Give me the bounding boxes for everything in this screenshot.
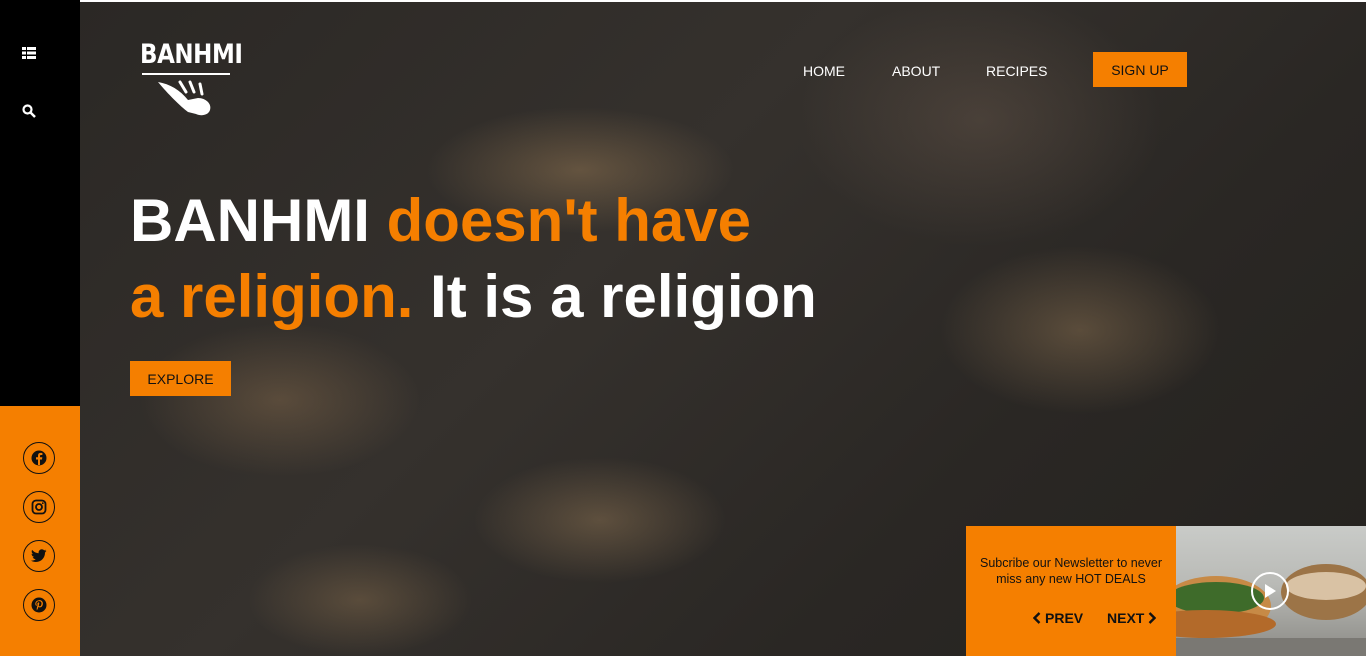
search-icon[interactable] [22,104,38,120]
explore-button[interactable]: EXPLORE [130,361,231,396]
headline-orange-2: a religion. [130,263,414,330]
grid-icon[interactable] [22,46,38,62]
facebook-icon[interactable] [23,442,55,474]
video-thumbnail[interactable] [1176,526,1366,656]
headline-line-1: BANHMI doesn't have [130,183,817,259]
social-bar [0,406,80,656]
play-button[interactable] [1251,572,1289,610]
nav-home[interactable]: HOME [803,63,845,79]
chevron-left-icon [1033,612,1041,624]
prev-label: PREV [1045,610,1084,626]
headline-orange-1: doesn't have [386,187,752,254]
newsletter-box: Subcribe our Newsletter to never miss an… [966,526,1176,656]
next-label: NEXT [1107,610,1145,626]
nav-about[interactable]: ABOUT [892,63,940,79]
twitter-icon[interactable] [23,540,55,572]
play-icon [1265,584,1276,598]
pinterest-icon[interactable] [23,589,55,621]
hero-headline: BANHMI doesn't have a religion. It is a … [130,183,817,335]
newsletter-message: Subcribe our Newsletter to never miss an… [979,556,1163,586]
headline-white-1: BANHMI [130,187,387,254]
top-border [80,0,1366,2]
hand-icon [142,73,230,116]
logo-text: BANHMI [140,39,243,70]
nav-recipes[interactable]: RECIPES [986,63,1047,79]
headline-white-2: It is a religion [413,263,817,330]
headline-line-2: a religion. It is a religion [130,259,817,335]
next-button[interactable]: NEXT [1107,610,1157,626]
instagram-icon[interactable] [23,491,55,523]
sidebar [0,0,80,406]
prev-button[interactable]: PREV [1033,610,1083,626]
signup-button[interactable]: SIGN UP [1093,52,1187,87]
logo[interactable]: BANHMI [140,39,243,120]
chevron-right-icon [1148,612,1157,624]
